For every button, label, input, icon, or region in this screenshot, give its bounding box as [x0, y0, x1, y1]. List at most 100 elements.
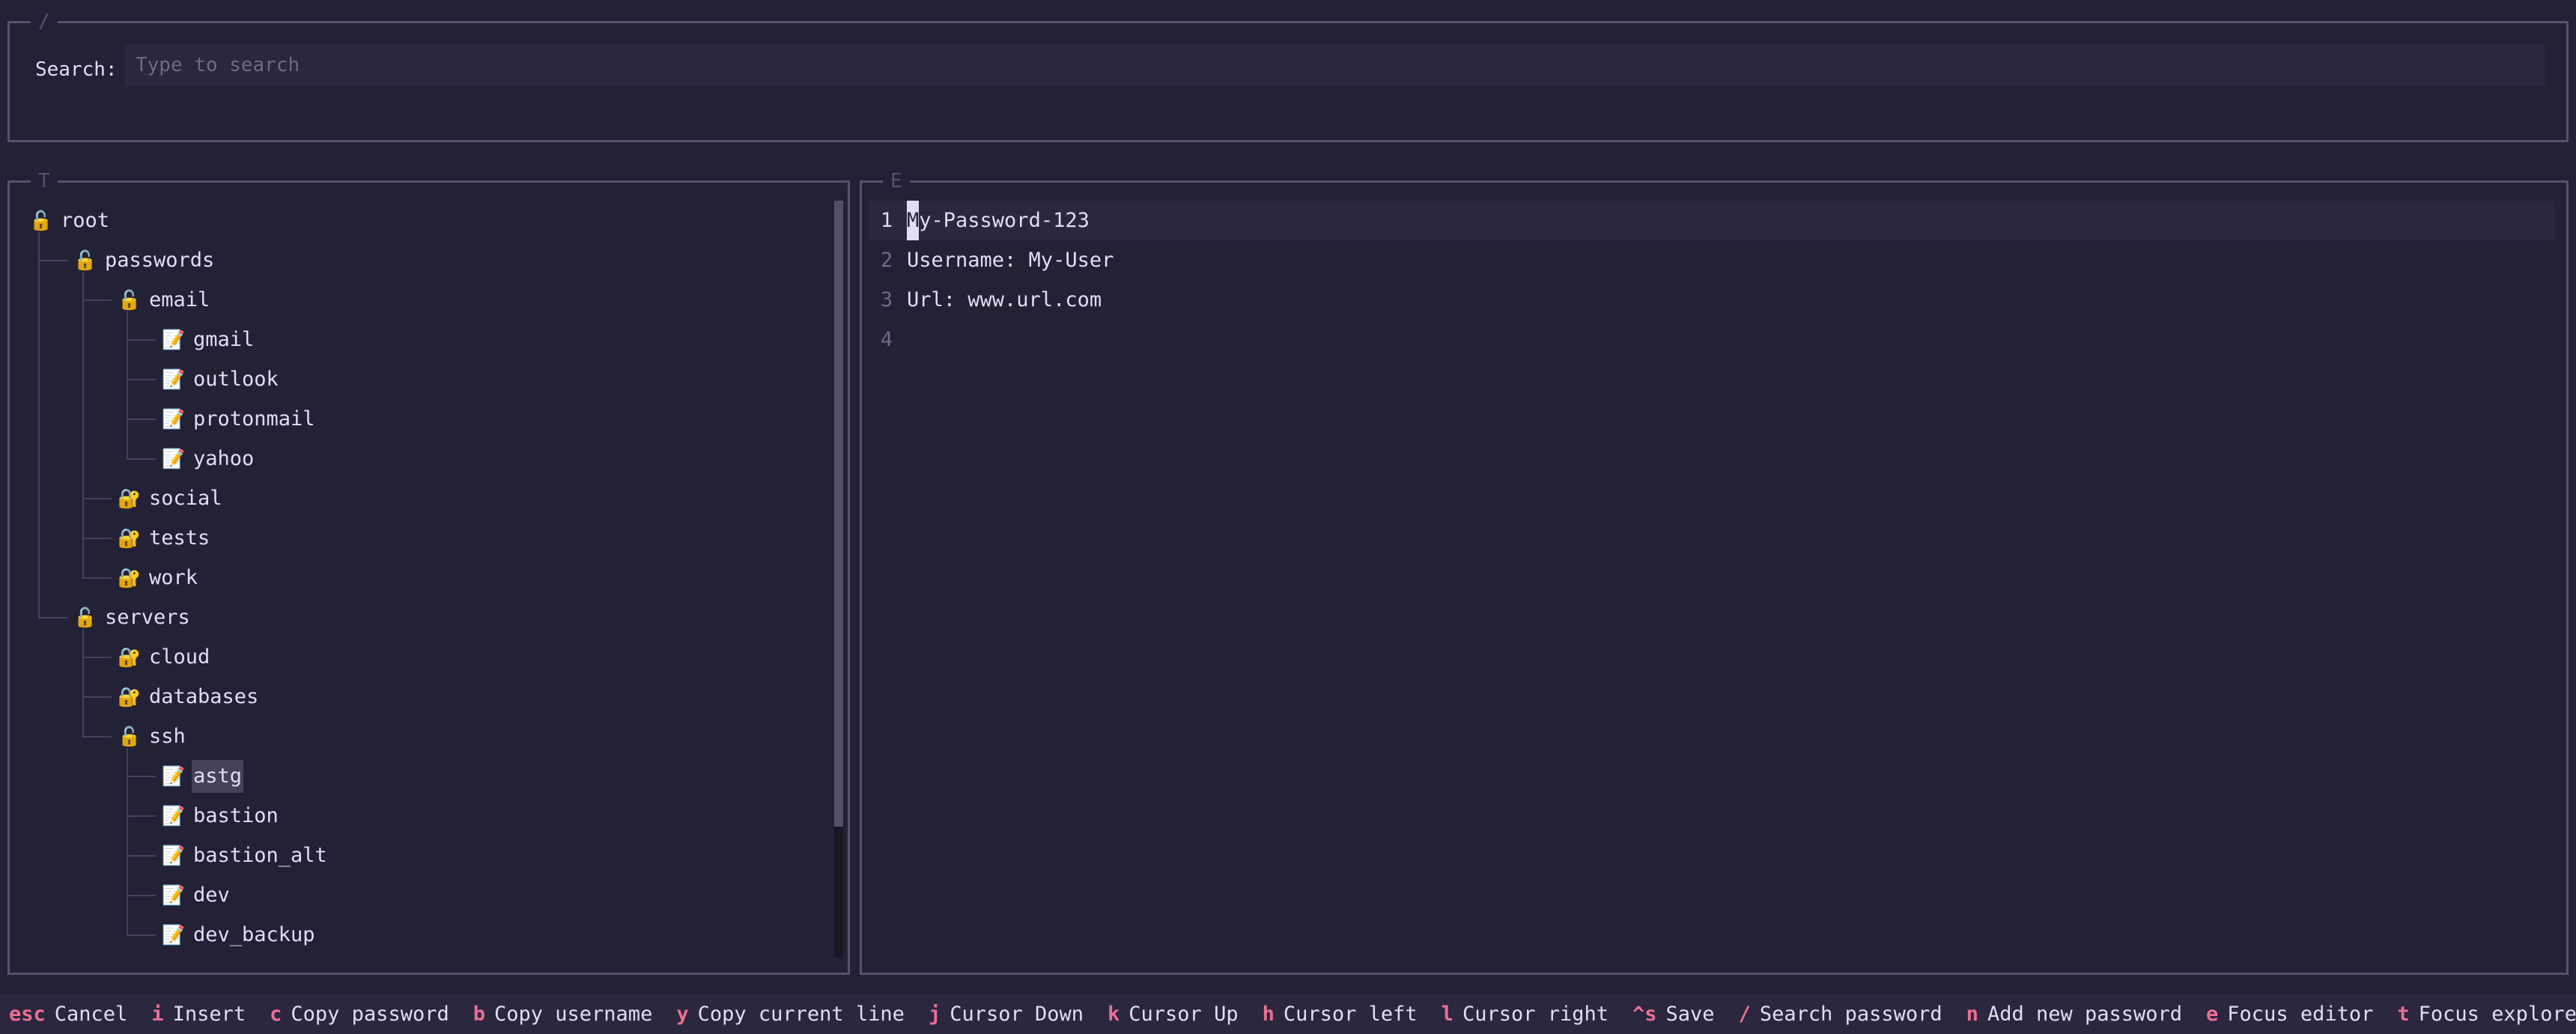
note-icon: 📝 [162, 845, 186, 866]
keybinding[interactable]: ^s Save [1632, 1003, 1739, 1026]
keybinding[interactable]: k Cursor Up [1108, 1003, 1263, 1026]
keybinding-label: Cancel [54, 1002, 128, 1026]
tree-item-folder[interactable]: 🔐 work [10, 558, 833, 597]
editor-line[interactable]: 3 Url: www.url.com [869, 280, 2554, 320]
keybinding[interactable]: esc Cancel [9, 1003, 151, 1026]
tree-item-file[interactable]: 📝 bastion [10, 796, 833, 836]
line-number: 1 [880, 209, 893, 232]
tree-item-file[interactable]: 📝 astg [10, 756, 833, 796]
keybinding-label: Focus editor [2227, 1002, 2374, 1026]
keybinding[interactable]: h Cursor left [1263, 1003, 1442, 1026]
tree-item-folder[interactable]: 🔐 cloud [10, 637, 833, 677]
tree-item-label: passwords [105, 248, 215, 272]
tree-item-folder[interactable]: 🔐 tests [10, 518, 833, 558]
tree-guide-line [82, 538, 112, 539]
keybinding-key: y [676, 1002, 689, 1026]
tree-guide-line [127, 748, 128, 934]
line-text-content: Url: www.url.com [907, 288, 1102, 311]
tree-item-label: protonmail [193, 407, 315, 431]
tree-guide-line [127, 379, 156, 380]
editor-line[interactable]: 4 [869, 320, 2554, 359]
tree-scrollbar-thumb[interactable] [834, 201, 843, 827]
editor-panel-title: E [883, 170, 910, 192]
keybinding-label: Cursor right [1462, 1002, 1609, 1026]
tree-item-label: tests [149, 526, 210, 550]
tree-item-label: work [149, 565, 198, 589]
keybinding-key: n [1966, 1002, 1978, 1026]
keybinding-key: c [270, 1002, 282, 1026]
keybinding[interactable]: t Focus explorer [2397, 1003, 2576, 1026]
tree-item-file[interactable]: 📝 outlook [10, 359, 833, 399]
tree-guide-line [127, 855, 156, 857]
keybinding[interactable]: y Copy current line [676, 1003, 929, 1026]
tree-item-label: gmail [193, 327, 255, 351]
keybinding-key: esc [9, 1002, 46, 1026]
tree-guide-line [38, 232, 40, 617]
keybinding-key: h [1262, 1002, 1275, 1026]
keybinding-key: i [151, 1002, 164, 1026]
search-panel-title: / [31, 10, 58, 33]
keybinding[interactable]: n Add new password [1966, 1003, 2206, 1026]
keybinding[interactable]: c Copy password [270, 1003, 473, 1026]
keybinding[interactable]: b Copy username [473, 1003, 677, 1026]
tree-guide-line [127, 934, 156, 936]
tree-guide-line [82, 736, 112, 738]
tree-item-folder[interactable]: 🔓 root [10, 201, 833, 240]
line-number: 3 [880, 288, 893, 311]
search-label: Search: [35, 58, 118, 81]
keybinding-key: / [1738, 1002, 1751, 1026]
locked-icon: 🔐 [118, 686, 142, 708]
tree-panel: T 🔓 root 🔓 passwords 🔓 email 📝 gmail 📝 outlook 📝 pr… [7, 170, 850, 975]
tree-item-label: databases [149, 684, 259, 708]
unlocked-icon: 🔓 [29, 210, 53, 231]
keybinding-label: Copy password [291, 1002, 449, 1026]
search-input[interactable] [125, 44, 2545, 86]
tree-item-label: social [149, 486, 222, 510]
tree-guide-line [82, 657, 112, 658]
tree-guide-line [82, 299, 112, 301]
editor-line[interactable]: 1 My-Password-123 [869, 201, 2554, 240]
keybinding-label: Insert [172, 1002, 246, 1026]
line-number: 4 [880, 328, 893, 351]
tree-panel-title: T [31, 170, 58, 192]
note-icon: 📝 [162, 924, 186, 946]
keybinding-label: Cursor Down [950, 1002, 1084, 1026]
keybinding[interactable]: e Focus editor [2206, 1003, 2397, 1026]
tree-item-file[interactable]: 📝 dev_backup [10, 915, 833, 955]
keybinding[interactable]: i Insert [151, 1003, 270, 1026]
tree-item-file[interactable]: 📝 yahoo [10, 439, 833, 478]
note-icon: 📝 [162, 448, 186, 469]
tree-guide-line [82, 498, 112, 499]
locked-icon: 🔐 [118, 527, 142, 549]
tree-item-file[interactable]: 📝 protonmail [10, 399, 833, 439]
tree-item-folder[interactable]: 🔓 ssh [10, 717, 833, 756]
text-cursor: M [907, 201, 920, 240]
tree-item-file[interactable]: 📝 gmail [10, 320, 833, 359]
locked-icon: 🔐 [118, 487, 142, 509]
editor-panel: E 1 My-Password-123 2 Username: My-User 3 Url… [860, 170, 2569, 975]
tree-item-folder[interactable]: 🔐 databases [10, 677, 833, 717]
keybinding[interactable]: l Cursor right [1442, 1003, 1632, 1026]
tree-item-folder[interactable]: 🔓 email [10, 280, 833, 320]
editor-line[interactable]: 2 Username: My-User [869, 240, 2554, 280]
keybinding[interactable]: j Cursor Down [929, 1003, 1108, 1026]
tree-item-folder[interactable]: 🔐 social [10, 478, 833, 518]
line-text: My-Password-123 [907, 201, 1090, 240]
unlocked-icon: 🔓 [73, 249, 97, 271]
tree-guide-line [38, 617, 67, 618]
line-number: 2 [880, 249, 893, 272]
tree-guide-line [38, 260, 67, 261]
tree-guide-line [127, 458, 156, 460]
keybinding-label: Focus explorer [2418, 1002, 2576, 1026]
keybinding[interactable]: / Search password [1739, 1003, 1966, 1026]
tree-item-folder[interactable]: 🔓 passwords [10, 240, 833, 280]
locked-icon: 🔐 [118, 646, 142, 668]
tree-item-label: astg [192, 759, 244, 793]
tree-item-folder[interactable]: 🔓 servers [10, 597, 833, 637]
unlocked-icon: 🔓 [118, 289, 142, 311]
keybinding-key: j [928, 1002, 941, 1026]
tree-item-file[interactable]: 📝 dev [10, 875, 833, 915]
keybinding-key: l [1441, 1002, 1453, 1026]
tree-item-file[interactable]: 📝 bastion_alt [10, 836, 833, 875]
search-panel: / Search: [7, 10, 2569, 142]
